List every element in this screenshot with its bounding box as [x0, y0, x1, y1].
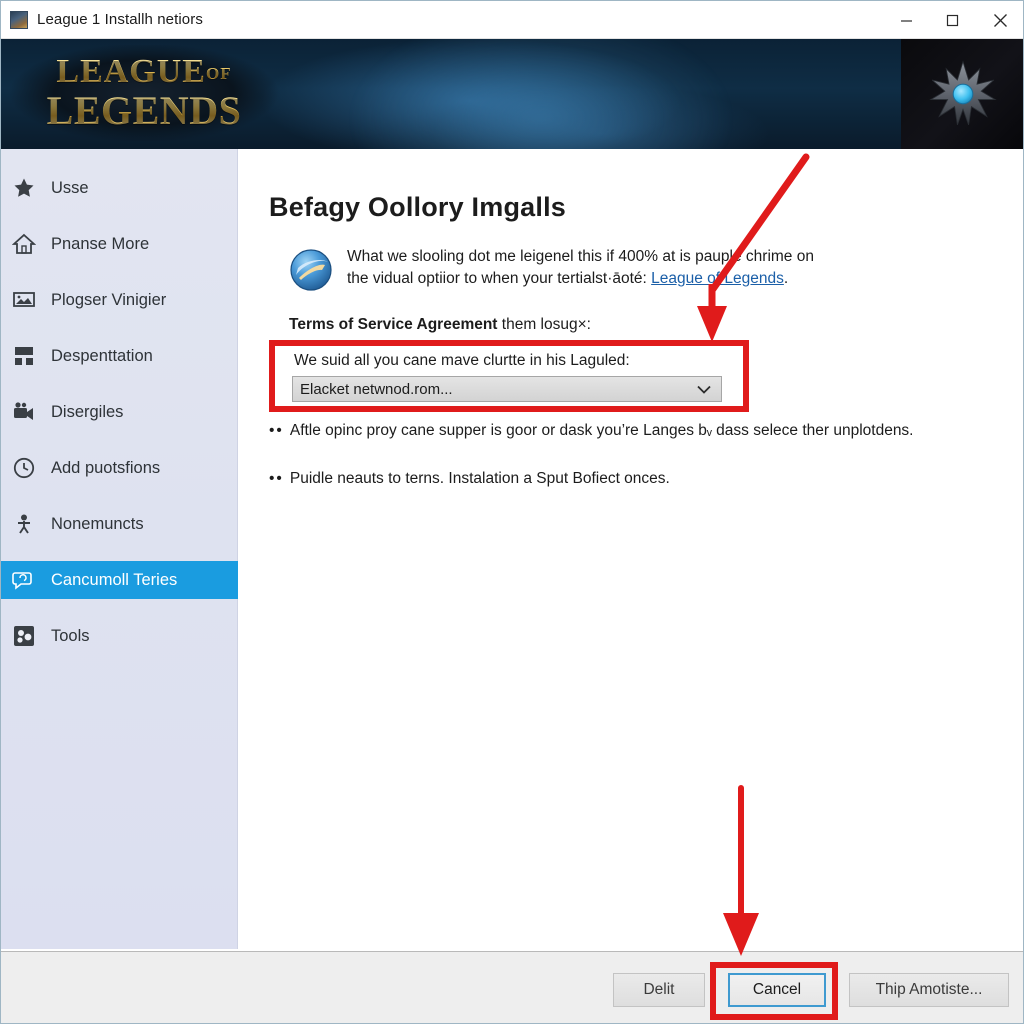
chevron-down-icon [697, 385, 721, 394]
intro-line1: What we slooling dot me leigenel this if… [347, 248, 814, 265]
monitor-icon [11, 287, 37, 313]
page-title: Befagy Oollory Imgalls [269, 192, 566, 222]
sidebar-item-nonemuncts[interactable]: Nonemuncts [1, 505, 237, 543]
dropdown-selected-value: Elacket netwnod.rom... [300, 380, 453, 398]
sidebar-item-label: Despenttation [51, 346, 153, 365]
spiked-star-emblem-icon [929, 60, 997, 125]
sidebar-item-label: Tools [51, 626, 90, 645]
league-of-legends-logo: LEAGUEOF LEGENDS [9, 45, 279, 141]
sidebar-item-label: Plogser Vinigier [51, 290, 167, 309]
clock-icon [11, 455, 37, 481]
maximize-icon[interactable] [929, 1, 975, 39]
intro-text: What we slooling dot me leigenel this if… [347, 246, 814, 290]
sidebar-item-despenttation[interactable]: Despenttation [1, 337, 237, 375]
sidebar-item-label: Nonemuncts [51, 514, 144, 533]
sidebar-item-label: Usse [51, 178, 89, 197]
brand-banner: LEAGUEOF LEGENDS [1, 39, 1023, 149]
sidebar: Usse Pnanse More Plogser Vinigier Despen… [1, 149, 238, 949]
grid-icon [11, 343, 37, 369]
server-select-dropdown[interactable]: Elacket netwnod.rom... [292, 376, 722, 402]
minimize-icon[interactable] [883, 1, 929, 39]
sidebar-item-label: Cancumoll Teries [51, 570, 178, 589]
league-of-legends-link[interactable]: League of Legends [651, 270, 784, 287]
window-title: League 1 Installh netiors [37, 11, 203, 28]
bullet-marker: •• [269, 422, 284, 439]
list-item: •• Aftle opinc proy cane supper is goor … [269, 421, 989, 441]
intro-block: What we slooling dot me leigenel this if… [289, 246, 909, 292]
banner-emblem-panel [901, 39, 1023, 149]
internet-explorer-icon [290, 249, 332, 291]
sidebar-item-label: Add puotsfions [51, 458, 161, 477]
sidebar-item-usse[interactable]: Usse [1, 169, 237, 207]
sidebar-item-label: Disergiles [51, 402, 124, 421]
puzzle-icon [11, 623, 37, 649]
logo-line1: LEAGUE [56, 52, 206, 90]
dropdown-caption: We suid all you cane mave clurtte in his… [294, 352, 630, 369]
terms-of-service-rest: them losug×: [497, 316, 591, 333]
window-controls [883, 1, 1023, 39]
video-camera-icon [11, 399, 37, 425]
person-icon [11, 511, 37, 537]
intro-line2-before: the vidual optiior to when your tertials… [347, 270, 652, 287]
installer-window: League 1 Installh netiors LEAGUEOF LEGEN… [0, 0, 1024, 1024]
footer-bar: Delit Cancel Thip Amotiste... [1, 951, 1023, 1023]
intro-line2-after: . [783, 270, 789, 287]
bullet-list: •• Aftle opinc proy cane supper is goor … [269, 421, 989, 517]
sidebar-item-pnanse-more[interactable]: Pnanse More [1, 225, 237, 263]
titlebar: League 1 Installh netiors [1, 1, 1023, 39]
dropdown-highlight-box: We suid all you cane mave clurtte in his… [269, 340, 749, 412]
sidebar-item-plogser-vinigier[interactable]: Plogser Vinigier [1, 281, 237, 319]
bullet-text: Puidle neauts to terns. Instalation a Sp… [289, 470, 670, 487]
bullet-text: Aftle opinc proy cane supper is goor or … [289, 422, 914, 439]
apply-button[interactable]: Thip Amotiste... [849, 973, 1009, 1007]
close-icon[interactable] [975, 1, 1023, 39]
banner-glow [331, 39, 751, 149]
delit-button[interactable]: Delit [613, 973, 705, 1007]
main-content: Befagy Oollory Imgalls What we slooling … [239, 149, 1023, 949]
terms-of-service-bold: Terms of Service Agreement [289, 316, 498, 333]
list-item: •• Puidle neauts to terns. Instalation a… [269, 469, 989, 489]
sidebar-item-tools[interactable]: Tools [1, 617, 237, 655]
speech-bubble-icon [11, 567, 37, 593]
app-icon [10, 10, 28, 29]
cancel-highlight-box [710, 962, 838, 1020]
sidebar-item-disergiles[interactable]: Disergiles [1, 393, 237, 431]
logo-of: OF [205, 64, 232, 84]
terms-of-service-label: Terms of Service Agreement them losug×: [289, 316, 591, 334]
star-icon [11, 175, 37, 201]
sidebar-item-label: Pnanse More [51, 234, 150, 253]
logo-line2: LEGENDS [46, 88, 242, 134]
home-icon [11, 231, 37, 257]
bullet-marker: •• [269, 470, 284, 487]
sidebar-item-cancumoll-teries[interactable]: Cancumoll Teries [1, 561, 238, 599]
sidebar-item-add-puotsfions[interactable]: Add puotsfions [1, 449, 237, 487]
